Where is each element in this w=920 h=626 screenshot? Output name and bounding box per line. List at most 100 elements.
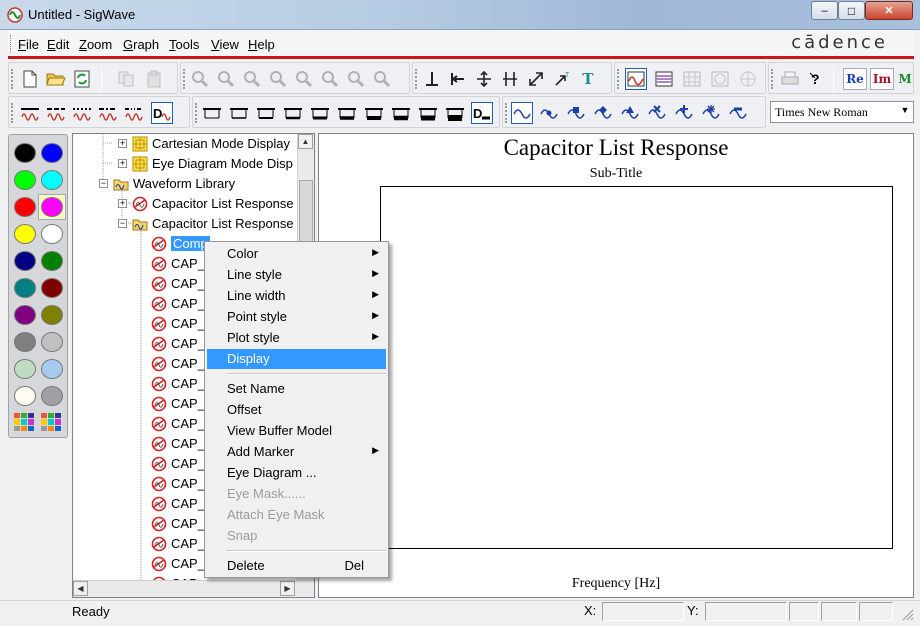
resize-grip-icon[interactable]	[900, 607, 914, 621]
zoom-prev-button[interactable]	[345, 68, 367, 90]
tree-item[interactable]: − Waveform Library	[73, 175, 298, 193]
point-diamond-button[interactable]	[592, 102, 614, 124]
target-view-button[interactable]	[737, 68, 759, 90]
zoom-all-button[interactable]	[371, 68, 393, 90]
menu-view[interactable]: View	[211, 37, 239, 52]
scroll-left-button[interactable]: ◀	[73, 581, 88, 596]
menu-edit[interactable]: Edit	[47, 37, 69, 52]
point-plus-button[interactable]	[673, 102, 695, 124]
width-6-button[interactable]	[336, 102, 358, 124]
help-button[interactable]: ?	[805, 68, 827, 90]
line-style-default-button[interactable]: D	[151, 102, 173, 124]
plot-area[interactable]	[380, 186, 893, 549]
new-button[interactable]	[19, 68, 41, 90]
color-swatch[interactable]	[41, 386, 63, 406]
imag-part-button[interactable]: Im	[870, 68, 894, 90]
zoom-in-button[interactable]	[189, 68, 211, 90]
expand-icon[interactable]: +	[118, 139, 127, 148]
point-dash-button[interactable]	[727, 102, 749, 124]
width-7-button[interactable]	[363, 102, 385, 124]
marker-delta-button[interactable]	[499, 68, 521, 90]
close-button[interactable]: ✕	[865, 1, 913, 20]
line-dot-button[interactable]	[71, 102, 93, 124]
context-menu-item[interactable]: Delete Del	[207, 556, 386, 576]
color-swatch[interactable]	[14, 251, 36, 271]
width-2-button[interactable]	[228, 102, 250, 124]
tree-item[interactable]: + Capacitor List Response	[73, 195, 298, 213]
context-menu-item[interactable]: Plot style ▶	[207, 328, 386, 348]
expand-icon[interactable]: +	[118, 159, 127, 168]
color-swatch[interactable]	[14, 224, 36, 244]
real-part-button[interactable]: Re	[843, 68, 867, 90]
marker-text-button[interactable]: T	[551, 68, 573, 90]
collapse-icon[interactable]: −	[118, 219, 127, 228]
smith-view-button[interactable]	[681, 68, 703, 90]
paste-button[interactable]	[143, 68, 165, 90]
print-button[interactable]	[779, 68, 801, 90]
width-10-button[interactable]	[444, 102, 466, 124]
context-menu-item[interactable]: Line style ▶	[207, 265, 386, 285]
width-3-button[interactable]	[255, 102, 277, 124]
color-swatch[interactable]	[41, 278, 63, 298]
point-cross-button[interactable]	[646, 102, 668, 124]
width-8-button[interactable]	[390, 102, 412, 124]
context-menu-item[interactable]: Add Marker ▶	[207, 442, 386, 462]
point-square-button[interactable]	[565, 102, 587, 124]
context-menu-item[interactable]: View Buffer Model	[207, 421, 386, 441]
polar-view-button[interactable]	[709, 68, 731, 90]
color-swatch[interactable]	[41, 359, 63, 379]
zoom-fit-button[interactable]	[241, 68, 263, 90]
menu-file[interactable]: File	[18, 37, 39, 52]
context-menu-item[interactable]: Eye Diagram ...	[207, 463, 386, 483]
menu-tools[interactable]: Tools	[169, 37, 199, 52]
marker-diagonal-button[interactable]	[525, 68, 547, 90]
point-none-button[interactable]	[511, 102, 533, 124]
context-menu-item[interactable]: Offset	[207, 400, 386, 420]
color-swatch[interactable]	[41, 143, 63, 163]
copy-button[interactable]	[115, 68, 137, 90]
context-menu-item[interactable]: Set Name	[207, 379, 386, 399]
scroll-right-button[interactable]: ▶	[280, 581, 295, 596]
color-swatch[interactable]	[41, 197, 63, 217]
line-dashdot-button[interactable]	[97, 102, 119, 124]
zoom-y-button[interactable]	[293, 68, 315, 90]
minimize-button[interactable]: –	[811, 1, 838, 20]
color-swatch[interactable]	[14, 332, 36, 352]
expand-icon[interactable]: +	[118, 199, 127, 208]
color-swatch[interactable]	[14, 143, 36, 163]
custom-palette-icon[interactable]	[14, 413, 34, 431]
color-swatch[interactable]	[41, 332, 63, 352]
scroll-up-button[interactable]: ▲	[298, 134, 313, 149]
color-swatch[interactable]	[14, 386, 36, 406]
width-5-button[interactable]	[309, 102, 331, 124]
refresh-button[interactable]	[71, 68, 93, 90]
color-swatch[interactable]	[41, 251, 63, 271]
color-swatch[interactable]	[14, 197, 36, 217]
menu-zoom[interactable]: Zoom	[79, 37, 112, 52]
eye-view-button[interactable]	[653, 68, 675, 90]
zoom-x-button[interactable]	[267, 68, 289, 90]
cartesian-view-button[interactable]	[625, 68, 647, 90]
marker-left-button[interactable]	[447, 68, 469, 90]
context-menu-item[interactable]: Display	[207, 349, 386, 369]
color-picker-icon[interactable]	[41, 413, 61, 431]
width-9-button[interactable]	[417, 102, 439, 124]
collapse-icon[interactable]: −	[99, 179, 108, 188]
color-swatch[interactable]	[41, 305, 63, 325]
marker-horizontal-button[interactable]	[473, 68, 495, 90]
context-menu-item[interactable]: Color ▶	[207, 244, 386, 264]
color-swatch[interactable]	[14, 278, 36, 298]
magnitude-button[interactable]: M	[897, 68, 913, 90]
marker-down-button[interactable]	[421, 68, 443, 90]
line-dash-button[interactable]	[45, 102, 67, 124]
width-1-button[interactable]	[201, 102, 223, 124]
point-triangle-button[interactable]	[619, 102, 641, 124]
width-default-button[interactable]: D	[471, 102, 493, 124]
tree-item[interactable]: − Capacitor List Response	[73, 215, 298, 233]
zoom-out-button[interactable]	[215, 68, 237, 90]
text-tool-button[interactable]: T	[577, 68, 599, 90]
line-dashdotdot-button[interactable]	[123, 102, 145, 124]
point-star-button[interactable]	[700, 102, 722, 124]
font-family-select[interactable]: Times New Roman ▼	[770, 101, 914, 123]
point-dot-button[interactable]	[538, 102, 560, 124]
